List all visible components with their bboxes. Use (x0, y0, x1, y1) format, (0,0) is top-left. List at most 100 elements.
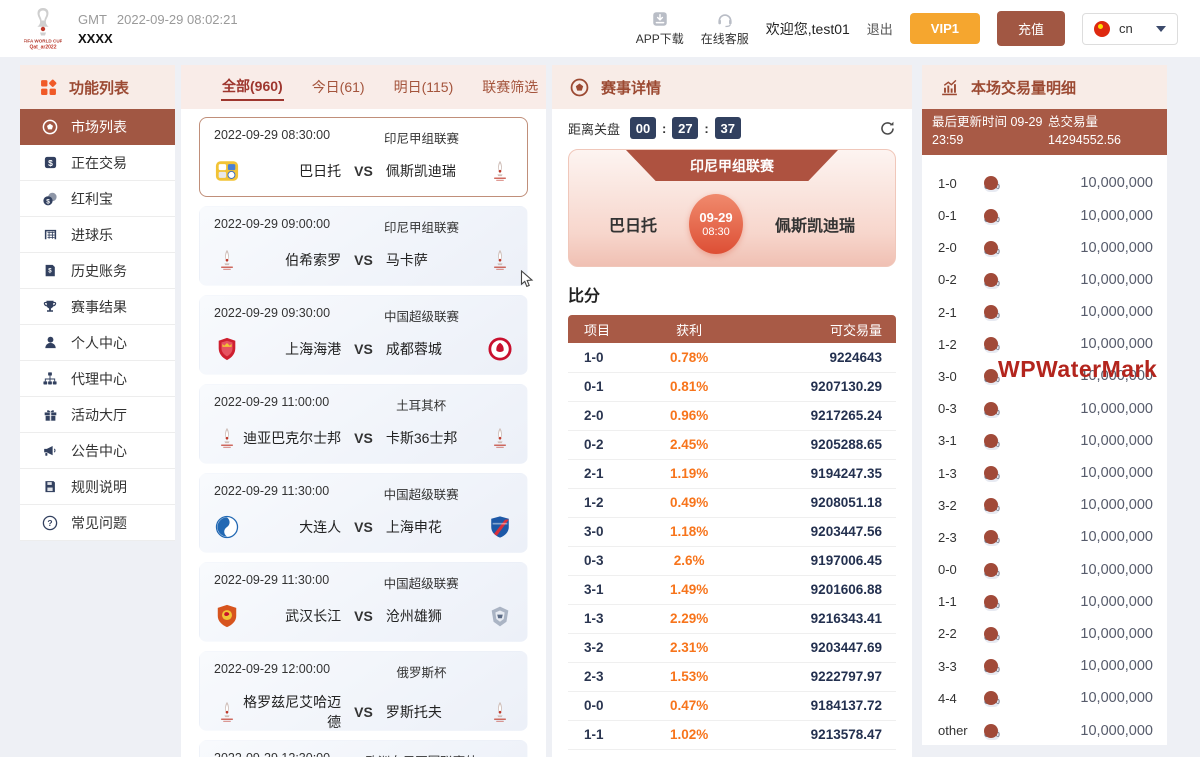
volume-row-label: 0-3 (938, 401, 984, 416)
app-header: FIFA WORLD CUP Qat_ar2022 GMT 2022-09-29… (0, 0, 1200, 57)
logout-link[interactable]: 退出 (867, 19, 893, 38)
score-row[interactable]: 0-22.45%9205288.65 (568, 430, 896, 459)
gmt-time: GMT 2022-09-29 08:02:21 (78, 12, 238, 27)
sidebar-item-dollar[interactable]: $正在交易 (20, 145, 175, 181)
sidebar-item-label: 正在交易 (71, 153, 127, 173)
match-card[interactable]: 2022-09-29 11:30:00中国超级联赛武汉长江VS沧州雄狮 (199, 562, 528, 642)
score-volume: 9203447.56 (727, 517, 896, 546)
score-item: 1-3 (568, 604, 651, 633)
score-item: 2-3 (568, 662, 651, 691)
score-volume: 9207130.29 (727, 372, 896, 401)
online-service-button[interactable]: 在线客服 (701, 10, 749, 47)
match-card-teams: 上海海港VS成都蓉城 (214, 336, 513, 362)
team-logo-home (214, 336, 240, 362)
score-item: 1-2 (568, 488, 651, 517)
volume-row: 3-38%10,000,000 (938, 650, 1153, 682)
score-row[interactable]: 3-11.49%9201606.88 (568, 575, 896, 604)
match-card[interactable]: 2022-09-29 09:00:00印尼甲组联赛伯希索罗VS马卡萨 (199, 206, 528, 286)
sidebar-item-megaphone[interactable]: 公告中心 (20, 433, 175, 469)
score-volume: 9192498.6 (727, 749, 896, 757)
refresh-icon[interactable] (879, 120, 896, 137)
score-row[interactable]: 2-00.96%9217265.24 (568, 401, 896, 430)
team-logo-home (214, 158, 240, 184)
score-row[interactable]: 3-01.18%9203447.56 (568, 517, 896, 546)
ledger-icon: $ (42, 263, 58, 278)
app-download-button[interactable]: APP下载 (636, 10, 684, 47)
svg-text:$: $ (46, 198, 50, 205)
score-row[interactable]: 3-22.31%9203447.69 (568, 633, 896, 662)
match-time: 2022-09-29 12:00:00 (214, 662, 330, 681)
score-row[interactable]: 0-10.81%9207130.29 (568, 372, 896, 401)
sidebar-item-book[interactable]: 规则说明 (20, 469, 175, 505)
score-row[interactable]: 1-11.02%9213578.47 (568, 720, 896, 749)
volume-row: 3-28%10,000,000 (938, 489, 1153, 521)
sidebar-item-trophy[interactable]: 赛事结果 (20, 289, 175, 325)
team-logo-home (214, 514, 240, 540)
sidebar-item-user[interactable]: 个人中心 (20, 325, 175, 361)
match-tab-0[interactable]: 全部(960) (221, 73, 284, 101)
score-row[interactable]: 0-00.47%9184137.72 (568, 691, 896, 720)
sidebar-item-goal[interactable]: 进球乐 (20, 217, 175, 253)
sidebar-items: 市场列表$正在交易$红利宝进球乐$历史账务赛事结果个人中心代理中心活动大厅公告中… (20, 109, 175, 541)
watermark: WPWaterMark (998, 356, 1157, 383)
match-card[interactable]: 2022-09-29 11:00:00土耳其杯迪亚巴克尔士邦VS卡斯36士邦 (199, 384, 528, 464)
app-download-label: APP下载 (636, 30, 684, 47)
recharge-button[interactable]: 充值 (997, 11, 1065, 46)
score-row[interactable]: 1-00.78%9224643 (568, 343, 896, 372)
vip-badge[interactable]: VIP1 (910, 13, 980, 44)
banner-league: 印尼甲组联赛 (626, 150, 838, 181)
match-league: 中国超级联赛 (329, 484, 513, 503)
score-row[interactable]: 0-32.6%9197006.45 (568, 546, 896, 575)
score-volume: 9224643 (727, 343, 896, 372)
detail-panel-header: 赛事详情 (552, 65, 912, 109)
score-row[interactable]: 2-20.44%9192498.6 (568, 749, 896, 757)
sidebar-item-coins[interactable]: $红利宝 (20, 181, 175, 217)
score-volume: 9197006.45 (727, 546, 896, 575)
match-tab-1[interactable]: 今日(61) (311, 74, 366, 100)
match-card[interactable]: 2022-09-29 08:30:00印尼甲组联赛巴日托VS佩斯凯迪瑞 (199, 117, 528, 197)
match-card[interactable]: 2022-09-29 12:00:00俄罗斯杯格罗兹尼艾哈迈德VS罗斯托夫 (199, 651, 528, 731)
score-item: 0-3 (568, 546, 651, 575)
match-league: 印尼甲组联赛 (330, 217, 513, 236)
vs-label: VS (354, 704, 373, 720)
header-right: APP下载 在线客服 欢迎您,test01 退出 VIP1 充值 cn (636, 10, 1178, 47)
sidebar-item-gift[interactable]: 活动大厅 (20, 397, 175, 433)
score-profit: 1.49% (651, 575, 727, 604)
volume-row: 0-28%10,000,000 (938, 264, 1153, 296)
countdown-row: 距离关盘 00 : 27 : 37 (568, 117, 896, 139)
score-item: 2-2 (568, 749, 651, 757)
score-row[interactable]: 2-31.53%9222797.97 (568, 662, 896, 691)
match-card[interactable]: 2022-09-29 09:30:00中国超级联赛上海海港VS成都蓉城 (199, 295, 528, 375)
match-card[interactable]: 2022-09-29 12:30:00欧洲女子冠军联赛外 (199, 740, 528, 757)
main-layout: 功能列表 市场列表$正在交易$红利宝进球乐$历史账务赛事结果个人中心代理中心活动… (20, 65, 1167, 757)
volume-row-amount: 10,000,000 (1076, 497, 1153, 513)
sidebar-item-question[interactable]: ?常见问题 (20, 505, 175, 541)
sidebar-item-soccer[interactable]: 市场列表 (20, 109, 175, 145)
total-volume-value: 14294552.56 (1048, 131, 1157, 149)
banner-teams: 巴日托 09-29 08:30 佩斯凯迪瑞 (569, 194, 895, 254)
match-card-top: 2022-09-29 11:30:00中国超级联赛 (214, 573, 513, 592)
volume-row-label: 2-3 (938, 530, 984, 545)
home-team-name: 格罗兹尼艾哈迈德 (240, 692, 354, 731)
svg-text:$: $ (48, 268, 52, 275)
score-row[interactable]: 1-20.49%9208051.18 (568, 488, 896, 517)
volume-row-amount: 10,000,000 (1076, 272, 1153, 288)
match-card-top: 2022-09-29 09:00:00印尼甲组联赛 (214, 217, 513, 236)
grid-icon (40, 79, 57, 96)
sidebar-item-sitemap[interactable]: 代理中心 (20, 361, 175, 397)
match-card[interactable]: 2022-09-29 11:30:00中国超级联赛大连人VS上海申花 (199, 473, 528, 553)
sidebar-item-ledger[interactable]: $历史账务 (20, 253, 175, 289)
score-row[interactable]: 1-32.29%9216343.41 (568, 604, 896, 633)
score-row[interactable]: 2-11.19%9194247.35 (568, 459, 896, 488)
home-team-name: 武汉长江 (240, 606, 354, 626)
match-tab-3[interactable]: 联赛筛选 (481, 74, 539, 100)
match-card-teams: 格罗兹尼艾哈迈德VS罗斯托夫 (214, 692, 513, 731)
score-item: 1-1 (568, 720, 651, 749)
language-selector[interactable]: cn (1082, 13, 1178, 45)
match-tab-2[interactable]: 明日(115) (393, 74, 455, 100)
chevron-down-icon (1156, 26, 1166, 32)
volume-row: 2-38%10,000,000 (938, 521, 1153, 553)
volume-bar-wrap: 8% (984, 273, 1076, 287)
volume-bar-dot (984, 273, 998, 287)
soccer-icon (42, 119, 58, 135)
